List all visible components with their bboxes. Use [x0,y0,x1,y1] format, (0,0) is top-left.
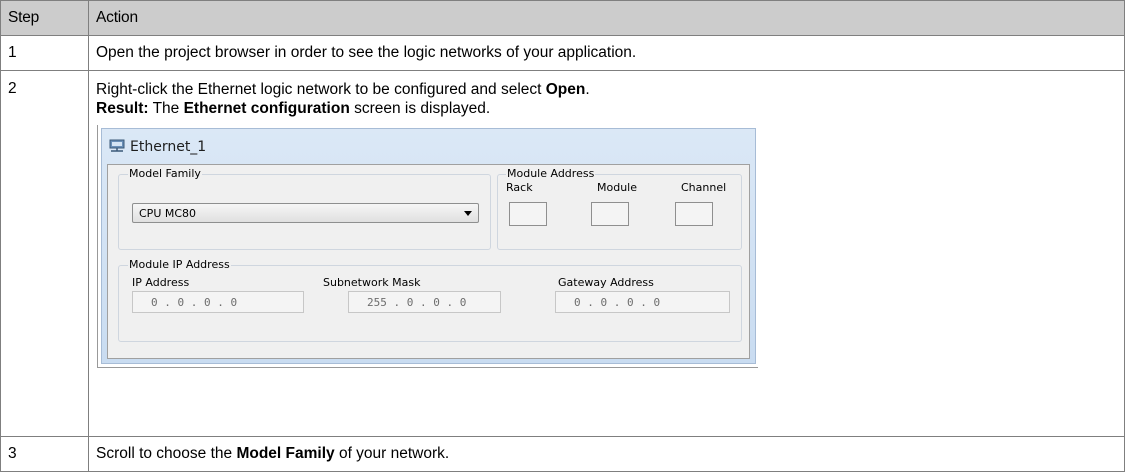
step-number: 1 [0,35,89,71]
subnet-mask-label: Subnetwork Mask [323,276,421,289]
model-family-select[interactable]: CPU MC80 [132,203,479,223]
ip-address-label: IP Address [132,276,190,289]
steps-table: Step Action 1 Open the project browser i… [0,0,1125,472]
module-address-label: Module Address [506,167,596,180]
step-number: 2 [0,70,89,437]
rack-input[interactable] [509,202,547,226]
instruction-line: Right-click the Ethernet logic network t… [96,80,1124,99]
instruction-text: of your network. [334,445,450,462]
header-step: Step [0,0,89,36]
module-label: Module [597,181,637,194]
model-family-value: CPU MC80 [139,207,197,220]
table-row: 3 Scroll to choose the Model Family of y… [0,436,1125,472]
instruction-text: Right-click the Ethernet logic network t… [96,81,546,98]
network-icon [109,139,125,158]
module-ip-label: Module IP Address [128,258,231,271]
window-body: Model Family CPU MC80 Module Address Rac… [107,164,750,359]
result-keyword: Result: [96,100,149,117]
model-family-keyword: Model Family [236,445,335,462]
channel-label: Channel [681,181,727,194]
step-number: 3 [0,436,89,472]
subnet-mask-field[interactable]: 255 . 0 . 0 . 0 [348,291,501,313]
ip-address-field[interactable]: 0 . 0 . 0 . 0 [132,291,304,313]
screen-name: Ethernet configuration [183,100,350,117]
header-action: Action [88,0,1125,36]
table-row: 1 Open the project browser in order to s… [0,35,1125,71]
gateway-address-field[interactable]: 0 . 0 . 0 . 0 [555,291,730,313]
rack-label: Rack [506,181,533,194]
table-row: 2 Right-click the Ethernet logic network… [0,70,1125,437]
step-action: Scroll to choose the Model Family of you… [88,436,1125,472]
step-action: Right-click the Ethernet logic network t… [88,70,1125,437]
instruction-text: Scroll to choose the [96,445,237,462]
step-action: Open the project browser in order to see… [88,35,1125,71]
module-input[interactable] [591,202,629,226]
result-text: screen is displayed. [349,100,491,117]
window-title: Ethernet_1 [130,139,207,155]
result-text: The [148,100,184,117]
result-line: Result: The Ethernet configuration scree… [96,99,1124,118]
instruction-text: . [585,81,590,98]
channel-input[interactable] [675,202,713,226]
ethernet-config-screenshot: Ethernet_1 Model Family CPU MC80 Module … [97,125,758,368]
open-keyword: Open [545,81,586,98]
ethernet-window: Ethernet_1 Model Family CPU MC80 Module … [101,128,756,364]
chevron-down-icon [464,211,472,216]
gateway-address-label: Gateway Address [558,276,654,289]
model-family-label: Model Family [128,167,202,180]
